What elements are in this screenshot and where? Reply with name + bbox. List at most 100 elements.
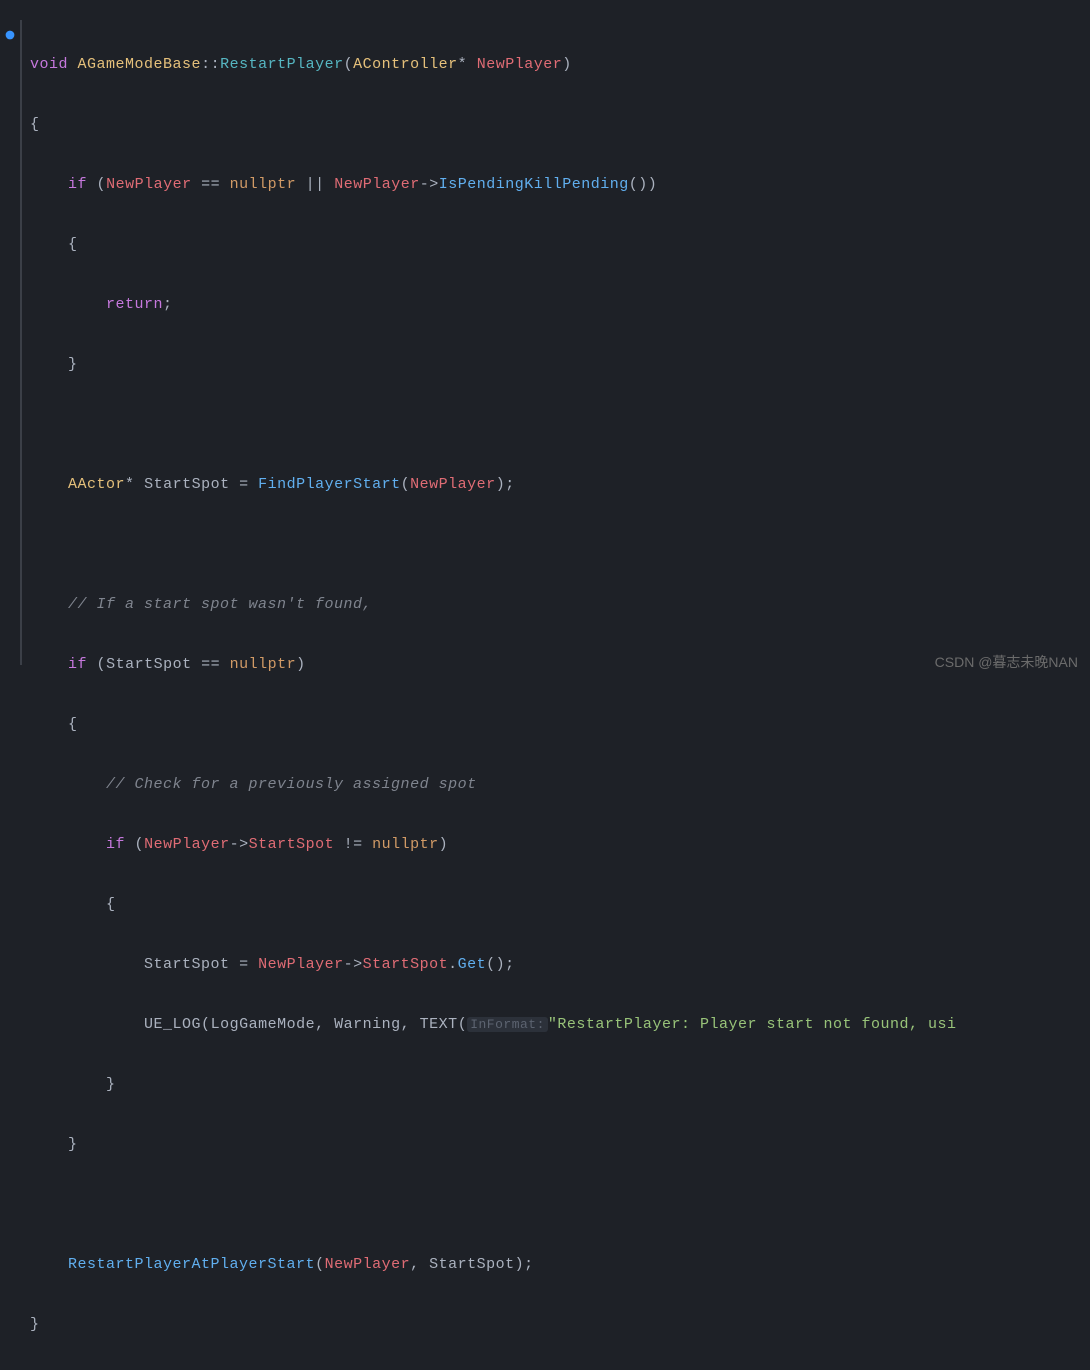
code-line: return; [30,290,1090,320]
code-line: RestartPlayerAtPlayerStart(NewPlayer, St… [30,1250,1090,1280]
gutter-implement-icon[interactable] [3,24,17,38]
variable: StartSpot [144,956,230,973]
code-line: { [30,230,1090,260]
log-category: LogGameMode [211,1016,316,1033]
code-line: { [30,110,1090,140]
arrow-op: -> [420,176,439,193]
comment: // If a start spot wasn't found, [68,596,372,613]
code-line [30,530,1090,560]
operator: == [201,656,220,673]
paren: ); [496,476,515,493]
paren: ( [315,1256,325,1273]
brace: } [68,1136,78,1153]
paren: ) [296,656,306,673]
paren: ( [135,836,145,853]
paren: ); [515,1256,534,1273]
argument: StartSpot [429,1256,515,1273]
brace: } [30,1316,40,1333]
operator: != [344,836,363,853]
comment: // Check for a previously assigned spot [106,776,477,793]
keyword-if: if [68,176,87,193]
code-line: } [30,1310,1090,1340]
function-call: RestartPlayerAtPlayerStart [68,1256,315,1273]
code-line: } [30,1070,1090,1100]
arrow-op: -> [230,836,249,853]
macro-call: UE_LOG [144,1016,201,1033]
pointer-star: * [125,476,135,493]
type-name: AActor [68,476,125,493]
paren: ) [648,176,658,193]
operator: == [201,176,220,193]
code-line [30,1190,1090,1220]
keyword-if: if [106,836,125,853]
code-line: void AGameModeBase::RestartPlayer(AContr… [30,50,1090,80]
param-type: AController [353,56,458,73]
nullptr: nullptr [372,836,439,853]
keyword-void: void [30,56,68,73]
param-name: NewPlayer [477,56,563,73]
variable: NewPlayer [106,176,192,193]
brace: } [106,1076,116,1093]
variable: NewPlayer [144,836,230,853]
arrow-op: -> [344,956,363,973]
nullptr: nullptr [230,656,297,673]
code-line: } [30,350,1090,380]
property: StartSpot [363,956,449,973]
brace: { [30,116,40,133]
semicolon: ; [163,296,173,313]
paren: ) [439,836,449,853]
code-line: if (StartSpot == nullptr) [30,650,1090,680]
keyword-if: if [68,656,87,673]
code-line: if (NewPlayer == nullptr || NewPlayer->I… [30,170,1090,200]
code-editor[interactable]: void AGameModeBase::RestartPlayer(AContr… [0,0,1090,1370]
dot-op: . [448,956,458,973]
log-level: Warning [334,1016,401,1033]
string-literal: "RestartPlayer: Player start not found, … [548,1016,957,1033]
code-line: { [30,890,1090,920]
inlay-hint: InFormat: [467,1017,548,1032]
operator: = [239,476,249,493]
code-line: { [30,710,1090,740]
class-name: AGameModeBase [78,56,202,73]
brace: } [68,356,78,373]
text-macro: TEXT [420,1016,458,1033]
operator: = [239,956,249,973]
paren: ( [401,476,411,493]
parens: () [629,176,648,193]
code-line: AActor* StartSpot = FindPlayerStart(NewP… [30,470,1090,500]
paren: ( [344,56,354,73]
scope-op: :: [201,56,220,73]
method-call: IsPendingKillPending [439,176,629,193]
comma: , [410,1256,420,1273]
brace: { [68,716,78,733]
method-call: Get [458,956,487,973]
operator: || [306,176,325,193]
nullptr: nullptr [230,176,297,193]
fold-guide [20,20,22,665]
comma: , [315,1016,325,1033]
variable: NewPlayer [334,176,420,193]
comma: , [401,1016,411,1033]
brace: { [106,896,116,913]
brace: { [68,236,78,253]
property: StartSpot [249,836,335,853]
argument: NewPlayer [410,476,496,493]
code-line: if (NewPlayer->StartSpot != nullptr) [30,830,1090,860]
argument: NewPlayer [325,1256,411,1273]
parens: (); [486,956,515,973]
code-line: } [30,1130,1090,1160]
code-line: // Check for a previously assigned spot [30,770,1090,800]
variable: NewPlayer [258,956,344,973]
paren: ) [562,56,572,73]
paren: ( [201,1016,211,1033]
watermark: CSDN @暮志未晚NAN [935,647,1078,677]
paren: ( [97,656,107,673]
keyword-return: return [106,296,163,313]
code-line: StartSpot = NewPlayer->StartSpot.Get(); [30,950,1090,980]
pointer-star: * [458,56,468,73]
paren: ( [97,176,107,193]
paren: ( [458,1016,468,1033]
code-line [30,410,1090,440]
function-name: RestartPlayer [220,56,344,73]
code-line: UE_LOG(LogGameMode, Warning, TEXT(InForm… [30,1010,1090,1040]
